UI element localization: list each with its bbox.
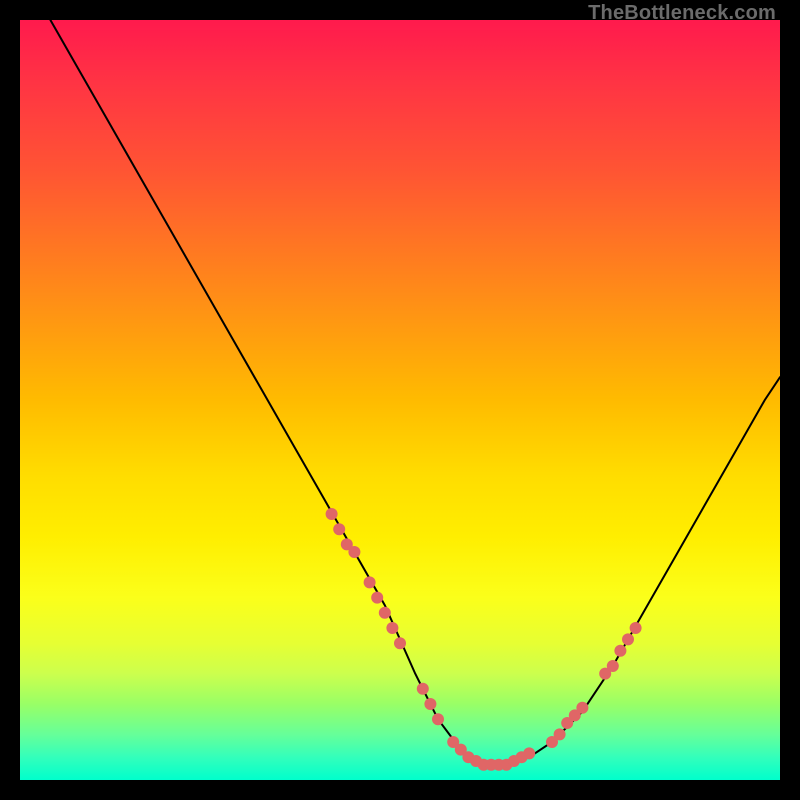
chart-container: TheBottleneck.com [0,0,800,800]
marker-dot [630,622,642,634]
marker-dot [364,576,376,588]
marker-dot [614,645,626,657]
marker-dot [523,747,535,759]
marker-dot [326,508,338,520]
marker-dot [371,592,383,604]
marker-dot [333,523,345,535]
marker-dot [424,698,436,710]
marker-dot [622,633,634,645]
marker-dot [386,622,398,634]
marker-dot [607,660,619,672]
marker-dot [348,546,360,558]
marker-group [326,508,642,771]
marker-dot [576,702,588,714]
bottleneck-curve [50,20,780,765]
marker-dot [554,728,566,740]
marker-dot [417,683,429,695]
curve-layer [20,20,780,780]
marker-dot [394,637,406,649]
marker-dot [379,607,391,619]
marker-dot [432,713,444,725]
